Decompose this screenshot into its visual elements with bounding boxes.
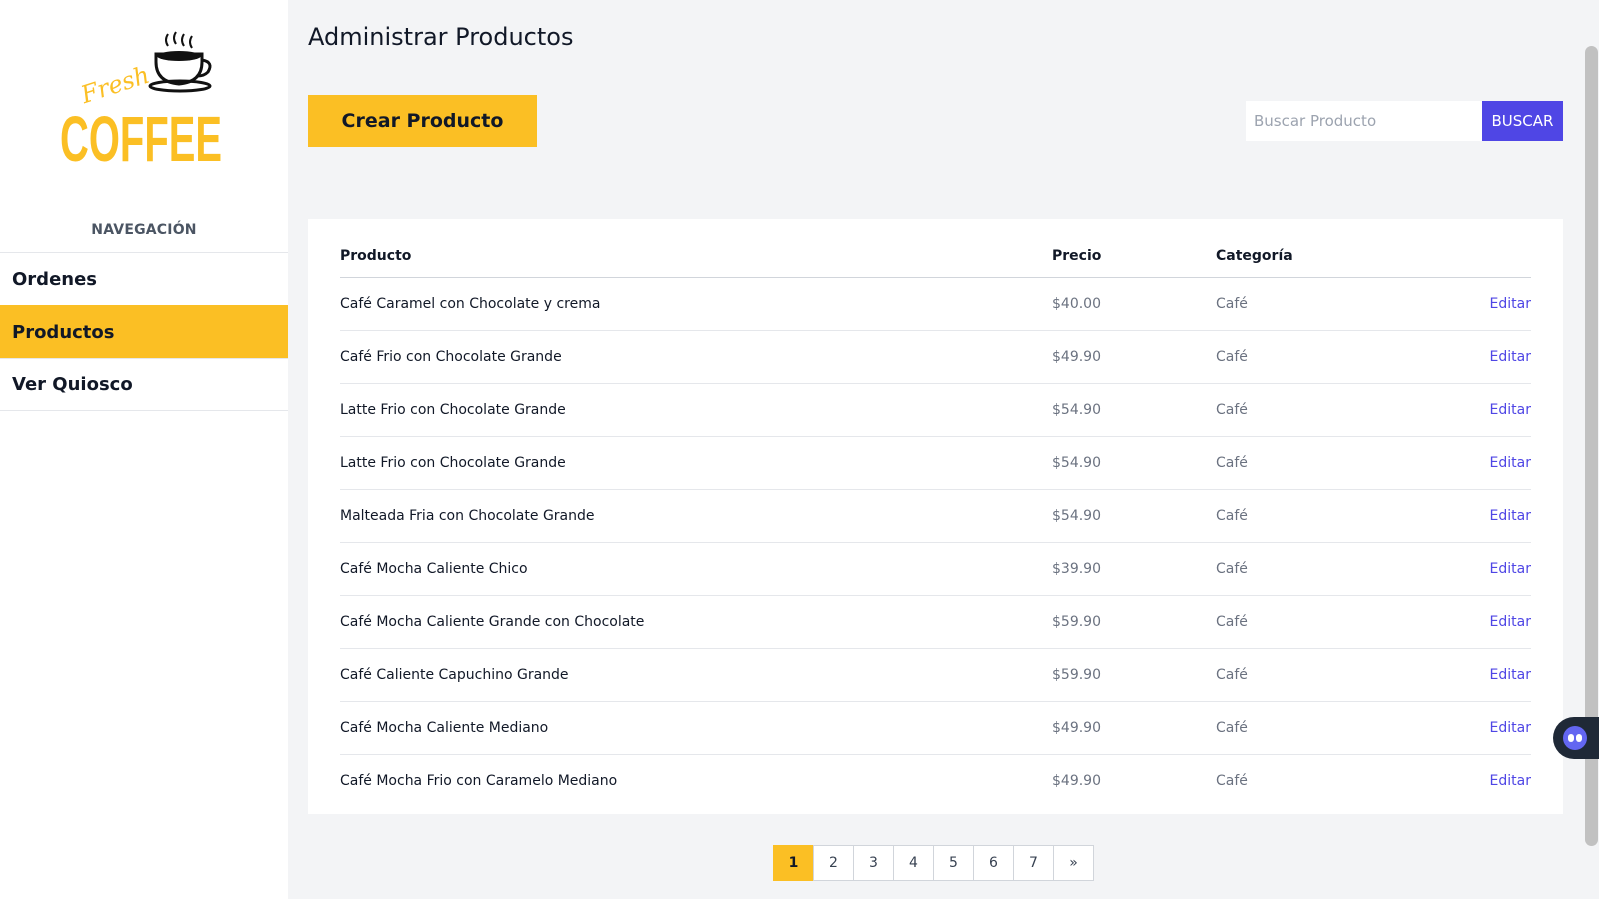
product-price: $59.90: [1052, 648, 1216, 702]
create-product-button[interactable]: Crear Producto: [308, 95, 537, 147]
table-row: Latte Frio con Chocolate Grande $54.90 C…: [340, 383, 1531, 437]
sidebar-nav: Ordenes Productos Ver Quiosco: [0, 252, 288, 411]
edit-link[interactable]: Editar: [1490, 720, 1531, 736]
coffee-cup-icon: Fresh COFFEE: [60, 31, 222, 175]
product-name: Latte Frio con Chocolate Grande: [340, 436, 1052, 490]
products-table: Producto Precio Categoría Café Caramel c…: [340, 235, 1531, 807]
page-title: Administrar Productos: [308, 23, 574, 51]
table-row: Malteada Fria con Chocolate Grande $54.9…: [340, 489, 1531, 543]
product-category: Café: [1216, 701, 1436, 755]
page-7-button[interactable]: 7: [1013, 845, 1054, 881]
product-name: Café Mocha Caliente Chico: [340, 542, 1052, 596]
search-button[interactable]: BUSCAR: [1482, 101, 1563, 141]
column-header-categoria: Categoría: [1216, 235, 1436, 278]
nav-heading: NAVEGACIÓN: [91, 222, 197, 238]
table-header-row: Producto Precio Categoría: [340, 235, 1531, 278]
edit-link[interactable]: Editar: [1490, 561, 1531, 577]
product-price: $54.90: [1052, 383, 1216, 437]
table-row: Café Caliente Capuchino Grande $59.90 Ca…: [340, 648, 1531, 702]
product-price: $54.90: [1052, 436, 1216, 490]
table-row: Latte Frio con Chocolate Grande $54.90 C…: [340, 436, 1531, 490]
edit-link[interactable]: Editar: [1490, 773, 1531, 789]
product-name: Café Frio con Chocolate Grande: [340, 330, 1052, 384]
product-price: $39.90: [1052, 542, 1216, 596]
product-name: Café Caramel con Chocolate y crema: [340, 277, 1052, 331]
sidebar-item-productos[interactable]: Productos: [0, 305, 288, 358]
column-header-precio: Precio: [1052, 235, 1216, 278]
pagination: 1 2 3 4 5 6 7 »: [773, 845, 1094, 881]
table-row: Café Caramel con Chocolate y crema $40.0…: [340, 277, 1531, 331]
page-5-button[interactable]: 5: [933, 845, 974, 881]
edit-link[interactable]: Editar: [1490, 402, 1531, 418]
product-price: $49.90: [1052, 330, 1216, 384]
sidebar-item-ver-quiosco[interactable]: Ver Quiosco: [0, 358, 288, 411]
edit-link[interactable]: Editar: [1490, 667, 1531, 683]
product-price: $49.90: [1052, 701, 1216, 755]
product-category: Café: [1216, 436, 1436, 490]
product-category: Café: [1216, 383, 1436, 437]
svg-text:COFFEE: COFFEE: [60, 103, 222, 173]
table-row: Café Mocha Caliente Chico $39.90 Café Ed…: [340, 542, 1531, 596]
page-4-button[interactable]: 4: [893, 845, 934, 881]
product-category: Café: [1216, 277, 1436, 331]
edit-link[interactable]: Editar: [1490, 614, 1531, 630]
table-row: Café Mocha Caliente Grande con Chocolate…: [340, 595, 1531, 649]
product-price: $49.90: [1052, 772, 1101, 789]
product-name: Malteada Fria con Chocolate Grande: [340, 489, 1052, 543]
product-name: Café Caliente Capuchino Grande: [340, 648, 1052, 702]
product-name: Café Mocha Caliente Grande con Chocolate: [340, 595, 1052, 649]
edit-link[interactable]: Editar: [1490, 296, 1531, 312]
product-name: Café Mocha Caliente Mediano: [340, 701, 1052, 755]
edit-link[interactable]: Editar: [1490, 508, 1531, 524]
product-category: Café: [1216, 489, 1436, 543]
product-name: Latte Frio con Chocolate Grande: [340, 383, 1052, 437]
product-category: Café: [1216, 542, 1436, 596]
product-category: Café: [1216, 330, 1436, 384]
edit-link[interactable]: Editar: [1490, 349, 1531, 365]
next-page-button[interactable]: »: [1053, 845, 1094, 881]
sidebar-item-ordenes[interactable]: Ordenes: [0, 252, 288, 305]
search-input[interactable]: [1246, 101, 1482, 141]
assistant-bot-icon: [1563, 726, 1587, 750]
page-1-button[interactable]: 1: [773, 845, 814, 881]
column-header-actions: [1436, 235, 1531, 278]
sidebar: Fresh COFFEE NAVEGACIÓN Ordenes Producto…: [0, 0, 288, 899]
product-category: Café: [1216, 648, 1436, 702]
column-header-producto: Producto: [340, 235, 1052, 278]
product-price: $54.90: [1052, 489, 1216, 543]
floating-assistant-button[interactable]: [1553, 717, 1599, 759]
product-category: Café: [1216, 595, 1436, 649]
product-price: $40.00: [1052, 277, 1216, 331]
page-3-button[interactable]: 3: [853, 845, 894, 881]
table-row: Café Frio con Chocolate Grande $49.90 Ca…: [340, 330, 1531, 384]
table-row: Café Mocha Caliente Mediano $49.90 Café …: [340, 701, 1531, 755]
product-price: $59.90: [1052, 595, 1216, 649]
product-name: Café Mocha Frio con Caramelo Mediano: [340, 772, 618, 789]
page-2-button[interactable]: 2: [813, 845, 854, 881]
edit-link[interactable]: Editar: [1490, 455, 1531, 471]
page-6-button[interactable]: 6: [973, 845, 1014, 881]
table-row: Café Mocha Frio con Caramelo Mediano $49…: [340, 754, 1531, 807]
product-category: Café: [1216, 772, 1248, 789]
fresh-coffee-logo: Fresh COFFEE: [60, 28, 230, 175]
products-table-card: Producto Precio Categoría Café Caramel c…: [308, 219, 1563, 814]
